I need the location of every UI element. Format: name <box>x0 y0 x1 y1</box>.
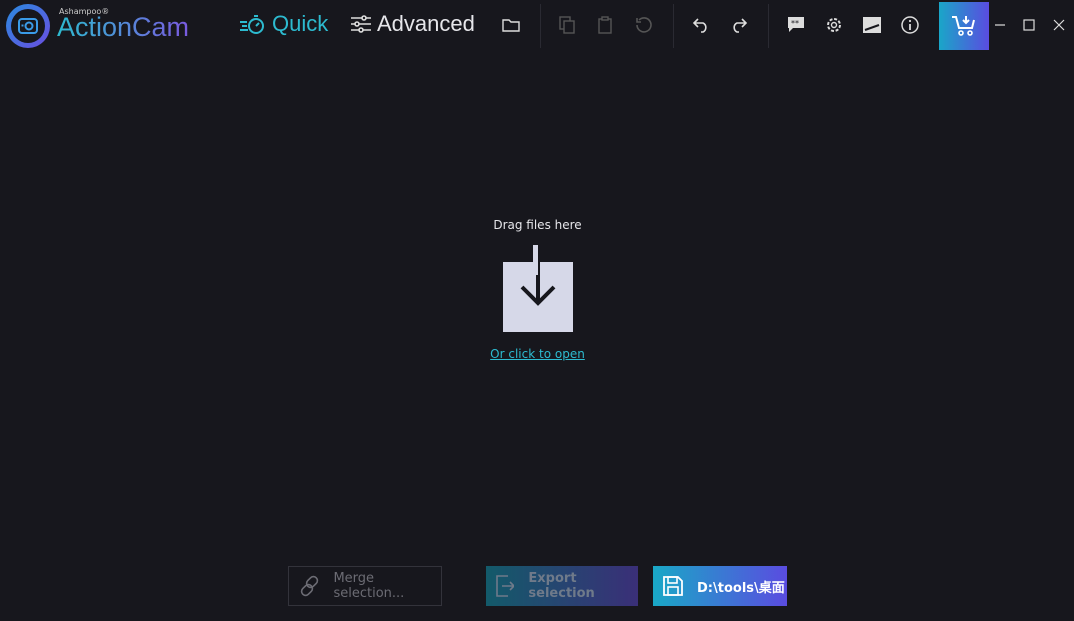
cart-icon <box>952 16 975 36</box>
tab-quick-label: Quick <box>272 11 329 36</box>
maximize-icon[interactable] <box>1017 13 1041 37</box>
drop-zone[interactable]: Drag files here Or click to open <box>470 218 605 361</box>
sliders-icon <box>351 15 371 33</box>
title-bar: Ashampoo® ActionCam Quick Advanced ** <box>0 0 1074 50</box>
close-icon[interactable] <box>1047 13 1071 37</box>
open-file-link[interactable]: Or click to open <box>470 347 605 361</box>
export-icon <box>496 575 515 597</box>
export-selection-button[interactable]: Export selection <box>486 566 638 606</box>
merge-selection-button[interactable]: Merge selection... <box>288 566 442 606</box>
tab-quick[interactable]: Quick <box>240 11 328 37</box>
output-folder-button[interactable]: D:\tools\桌面 <box>653 566 787 606</box>
info-icon[interactable] <box>898 13 922 37</box>
app-logo <box>6 4 50 48</box>
undo-icon[interactable] <box>689 13 713 37</box>
divider <box>673 4 674 48</box>
export-label: Export selection <box>528 571 595 601</box>
redo-icon[interactable] <box>727 13 751 37</box>
minimize-icon[interactable] <box>988 13 1012 37</box>
divider <box>768 4 769 48</box>
merge-label: Merge selection... <box>333 571 405 601</box>
drop-label: Drag files here <box>493 218 582 232</box>
shop-cart-button[interactable] <box>939 2 989 50</box>
reset-icon[interactable] <box>632 13 656 37</box>
copy-icon[interactable] <box>555 13 579 37</box>
app-title: ActionCam <box>57 12 190 42</box>
stopwatch-icon <box>240 15 264 34</box>
divider <box>540 4 541 48</box>
link-icon <box>300 575 319 597</box>
paste-icon[interactable] <box>593 13 617 37</box>
gear-icon[interactable] <box>822 13 846 37</box>
save-icon <box>663 576 683 596</box>
arrow-stem <box>533 245 538 275</box>
tab-advanced[interactable]: Advanced <box>351 11 475 37</box>
theme-icon[interactable] <box>860 13 884 37</box>
output-path: D:\tools\桌面 <box>697 580 785 596</box>
svg-text:**: ** <box>791 19 799 28</box>
tab-advanced-label: Advanced <box>377 11 475 36</box>
feedback-icon[interactable]: ** <box>784 13 808 37</box>
open-folder-icon[interactable] <box>499 13 523 37</box>
